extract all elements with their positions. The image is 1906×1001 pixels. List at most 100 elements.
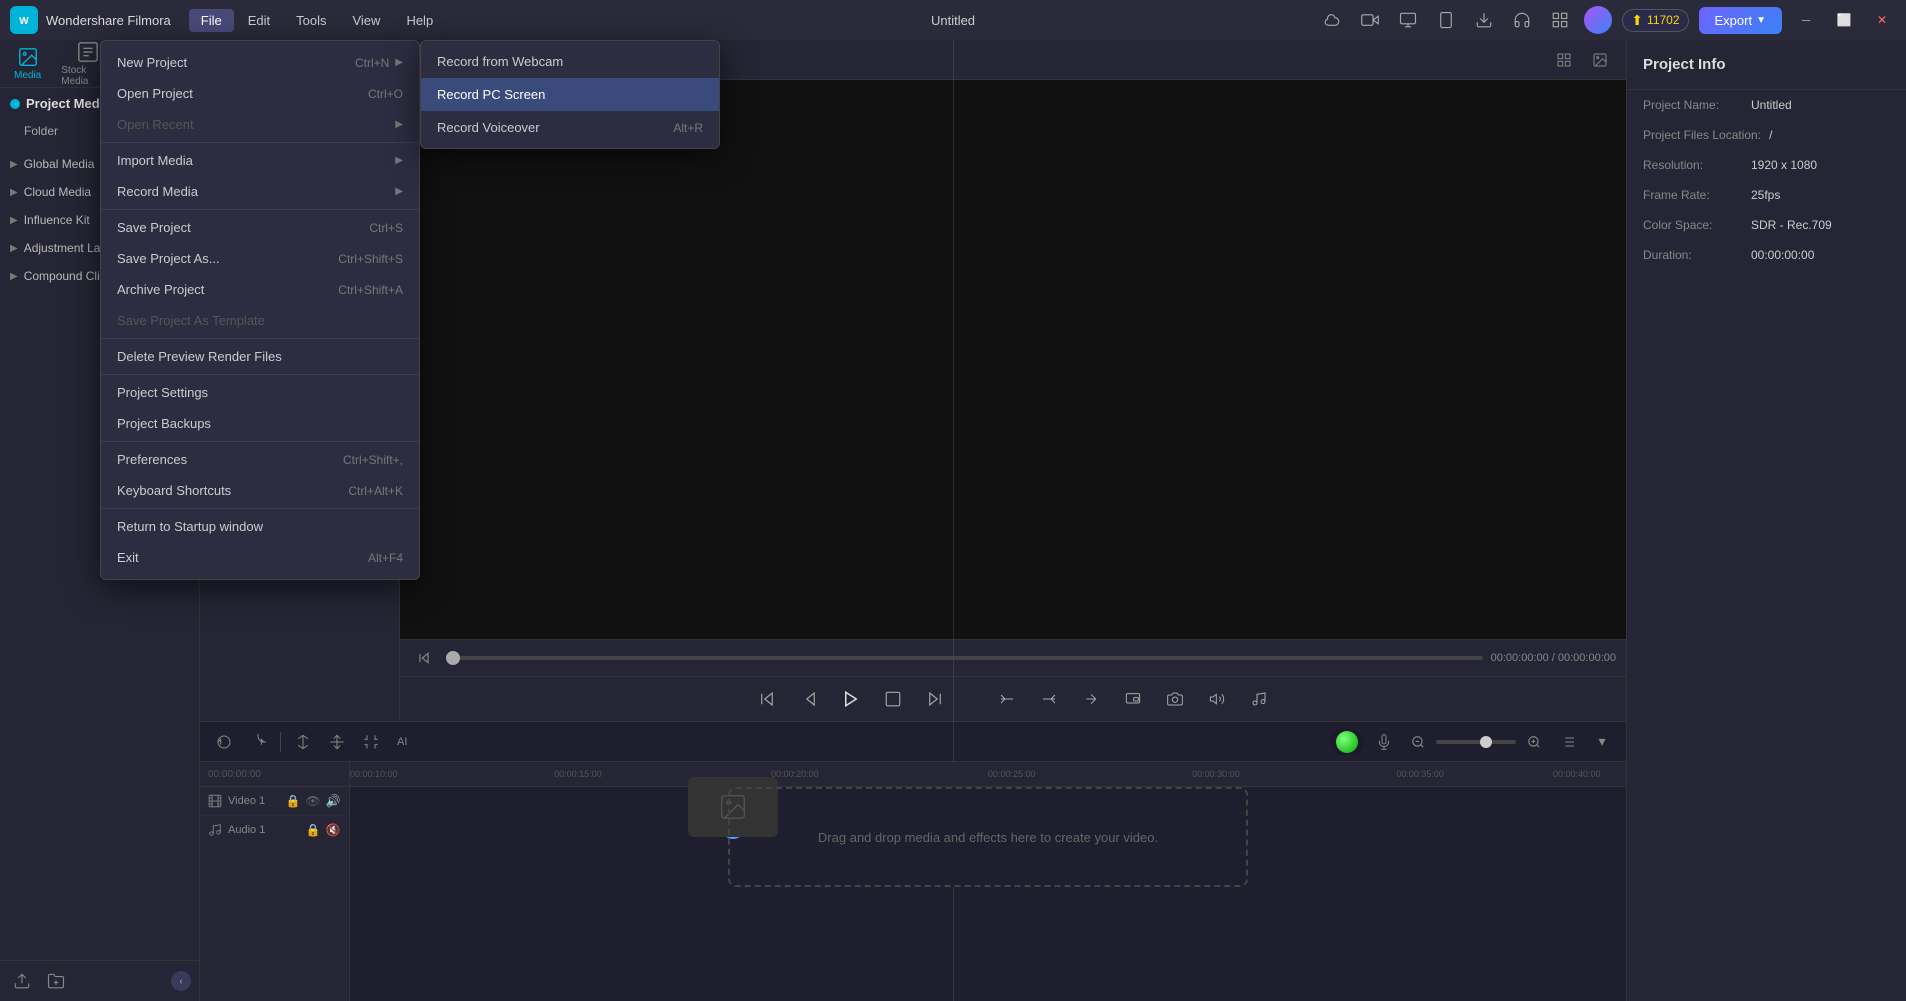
close-button[interactable]: ✕ <box>1868 6 1896 34</box>
menu-file[interactable]: File <box>189 9 234 32</box>
timeline-settings-button[interactable]: ▾ <box>1588 728 1616 756</box>
player-time-bar: 00:00:00:00 / 00:00:00:00 <box>400 639 1626 676</box>
cloud-icon[interactable] <box>1318 6 1346 34</box>
archive-project-menu-item[interactable]: Archive Project Ctrl+Shift+A <box>101 274 419 305</box>
freeze-button[interactable] <box>323 728 351 756</box>
minimize-button[interactable]: ─ <box>1792 6 1820 34</box>
project-name-label: Project Name: <box>1643 98 1743 112</box>
crop-button[interactable] <box>357 728 385 756</box>
jump-back-button[interactable] <box>751 683 783 715</box>
open-project-menu-item[interactable]: Open Project Ctrl+O <box>101 78 419 109</box>
progress-slider-thumb[interactable] <box>446 651 460 665</box>
file-menu-section-4: Delete Preview Render Files <box>101 339 419 375</box>
audio-track-label: Audio 1 🔒 🔇 <box>200 816 349 844</box>
return-startup-label: Return to Startup window <box>117 519 263 534</box>
arrow-icon: ▶ <box>10 215 18 226</box>
points-badge[interactable]: ⬆ 11702 <box>1622 9 1688 32</box>
zoom-in-button[interactable] <box>1520 728 1548 756</box>
green-indicator[interactable] <box>1336 731 1358 753</box>
menu-help[interactable]: Help <box>394 9 445 32</box>
titlebar-right: ⬆ 11702 Export ▼ ─ ⬜ ✕ <box>1318 6 1896 34</box>
menu-edit[interactable]: Edit <box>236 9 282 32</box>
user-avatar[interactable] <box>1584 6 1612 34</box>
mark-out-button[interactable] <box>1033 683 1065 715</box>
duration-value: 00:00:00:00 <box>1751 248 1814 262</box>
audio-track-mute[interactable]: 🔇 <box>325 822 341 838</box>
collapse-sidebar-button[interactable]: ‹ <box>171 971 191 991</box>
progress-slider[interactable] <box>446 656 1483 660</box>
green-ball <box>1330 729 1364 755</box>
menu-tools[interactable]: Tools <box>284 9 338 32</box>
preferences-label: Preferences <box>117 452 187 467</box>
maximize-button[interactable]: ⬜ <box>1830 6 1858 34</box>
screenshot-button[interactable] <box>1159 683 1191 715</box>
new-project-menu-item[interactable]: New Project Ctrl+N ▶ <box>101 47 419 78</box>
audio-settings-button[interactable] <box>1243 683 1275 715</box>
grid-view-button[interactable] <box>1550 46 1578 74</box>
record-media-arrow: ▶ <box>395 186 403 197</box>
export-button[interactable]: Export ▼ <box>1699 7 1782 34</box>
record-screen-item[interactable]: Record PC Screen <box>421 78 719 111</box>
drop-zone[interactable]: Drag and drop media and effects here to … <box>728 787 1248 887</box>
delete-render-menu-item[interactable]: Delete Preview Render Files <box>101 341 419 372</box>
track-labels: 00:00:00:00 Video 1 🔒 👁 🔊 Audio 1 <box>200 762 350 1001</box>
record-media-menu-item[interactable]: Record Media ▶ <box>101 176 419 207</box>
mic-button[interactable] <box>1370 728 1398 756</box>
redo-button[interactable] <box>244 728 272 756</box>
ai-button[interactable]: AI <box>391 728 413 756</box>
titlebar: W Wondershare Filmora File Edit Tools Vi… <box>0 0 1906 40</box>
record-webcam-item[interactable]: Record from Webcam <box>421 45 719 78</box>
save-project-as-menu-item[interactable]: Save Project As... Ctrl+Shift+S <box>101 243 419 274</box>
exit-menu-item[interactable]: Exit Alt+F4 <box>101 542 419 573</box>
skip-back-button[interactable] <box>410 644 438 672</box>
timeline-list-button[interactable] <box>1554 728 1582 756</box>
video-track-volume[interactable]: 🔊 <box>325 793 341 809</box>
exit-label: Exit <box>117 550 139 565</box>
audio-track-lock[interactable]: 🔒 <box>305 822 321 838</box>
tab-media[interactable]: Media <box>6 42 49 85</box>
mark-in-button[interactable] <box>991 683 1023 715</box>
video-track-lock[interactable]: 🔒 <box>285 793 301 809</box>
camera-icon[interactable] <box>1356 6 1384 34</box>
timeline-tracks[interactable]: + Drag and drop media and effects here t… <box>350 787 1626 887</box>
duration-row: Duration: 00:00:00:00 <box>1627 240 1906 270</box>
save-template-label: Save Project As Template <box>117 313 265 328</box>
split-button[interactable] <box>289 728 317 756</box>
zoom-out-button[interactable] <box>1404 728 1432 756</box>
project-settings-menu-item[interactable]: Project Settings <box>101 377 419 408</box>
grid-icon[interactable] <box>1546 6 1574 34</box>
project-backups-menu-item[interactable]: Project Backups <box>101 408 419 439</box>
undo-button[interactable] <box>210 728 238 756</box>
app-logo: W <box>10 6 38 34</box>
keyboard-shortcuts-menu-item[interactable]: Keyboard Shortcuts Ctrl+Alt+K <box>101 475 419 506</box>
new-project-arrow: ▶ <box>395 57 403 68</box>
download-icon[interactable] <box>1470 6 1498 34</box>
drop-hint: Drag and drop media and effects here to … <box>818 830 1158 845</box>
preferences-menu-item[interactable]: Preferences Ctrl+Shift+, <box>101 444 419 475</box>
record-voiceover-item[interactable]: Record Voiceover Alt+R <box>421 111 719 144</box>
zoom-slider[interactable] <box>1436 740 1516 744</box>
return-startup-menu-item[interactable]: Return to Startup window <box>101 511 419 542</box>
monitor-icon[interactable] <box>1394 6 1422 34</box>
video-track-eye[interactable]: 👁 <box>305 793 321 809</box>
file-menu-section-7: Return to Startup window Exit Alt+F4 <box>101 509 419 575</box>
points-value: 11702 <box>1647 13 1679 27</box>
jump-forward-button[interactable] <box>919 683 951 715</box>
menu-view[interactable]: View <box>340 9 392 32</box>
picture-in-picture-button[interactable] <box>1117 683 1149 715</box>
play-back-button[interactable] <box>793 683 825 715</box>
headphones-icon[interactable] <box>1508 6 1536 34</box>
right-panel: Project Info Project Name: Untitled Proj… <box>1626 40 1906 1001</box>
play-button[interactable] <box>835 683 867 715</box>
stop-button[interactable] <box>877 683 909 715</box>
import-media-menu-item[interactable]: Import Media ▶ <box>101 145 419 176</box>
save-project-label: Save Project <box>117 220 191 235</box>
audio-track-name: Audio 1 <box>228 824 265 836</box>
save-project-menu-item[interactable]: Save Project Ctrl+S <box>101 212 419 243</box>
phone-icon[interactable] <box>1432 6 1460 34</box>
image-view-button[interactable] <box>1586 46 1614 74</box>
volume-button[interactable] <box>1201 683 1233 715</box>
create-folder-button[interactable] <box>42 967 70 995</box>
import-media-button[interactable] <box>8 967 36 995</box>
add-to-timeline-button[interactable] <box>1075 683 1107 715</box>
